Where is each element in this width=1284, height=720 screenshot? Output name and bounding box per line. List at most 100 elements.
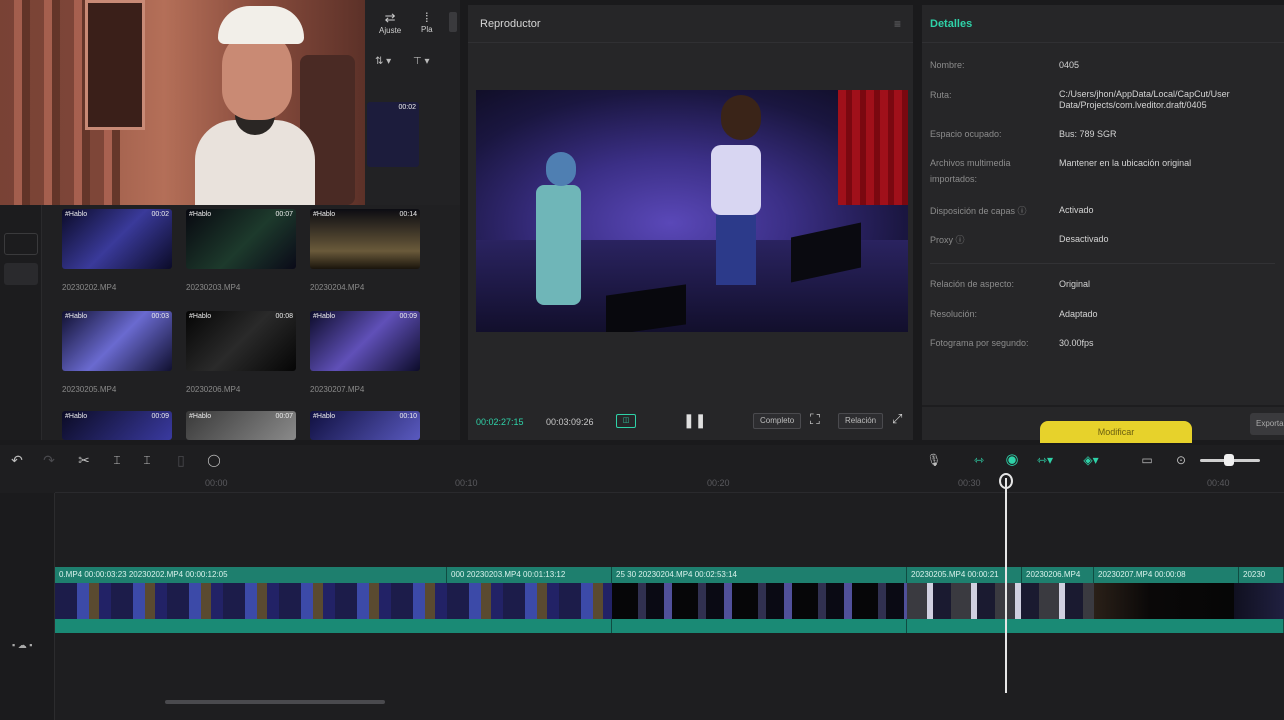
clip-audio-waveform[interactable] <box>55 619 612 633</box>
detail-label: Disposición de capas ⓘ <box>930 206 1027 216</box>
video-preview[interactable] <box>476 90 908 332</box>
link-icon[interactable]: ◉ <box>1003 451 1021 469</box>
webcam-background <box>85 0 145 130</box>
details-header: Detalles <box>922 5 1284 43</box>
media-thumb[interactable]: #Hablo 00:07 <box>186 411 296 440</box>
detail-label: Ruta: <box>930 90 952 100</box>
thumb-name: 20230202.MP4 <box>62 283 117 292</box>
thumb-duration: 00:08 <box>275 313 293 320</box>
thumb-duration: 00:14 <box>399 211 417 218</box>
audio-link-icon[interactable]: ◈▾ <box>1082 451 1100 469</box>
clip-frames[interactable] <box>1094 583 1234 619</box>
media-thumb[interactable]: #Hablo 00:07 <box>186 209 296 269</box>
clip-frames[interactable] <box>55 583 612 619</box>
media-panel: #Hablo 00:02 20230202.MP4 #Hablo 00:07 2… <box>0 205 460 440</box>
thumb-tag: #Hablo <box>189 413 212 420</box>
track-header: ▪ ☁ ▪ <box>0 493 55 720</box>
thumb-name: 20230207.MP4 <box>310 385 365 394</box>
thumb-name: 20230204.MP4 <box>310 283 365 292</box>
thumb-tag: #Hablo <box>313 413 336 420</box>
redo-icon[interactable]: ↷ <box>40 451 58 469</box>
current-timecode: 00:02:27:15 <box>476 417 524 427</box>
media-thumb[interactable]: #Hablo 00:10 <box>310 411 420 440</box>
video-performer <box>716 215 756 285</box>
fullscreen-icon[interactable]: ⤢ <box>892 411 902 427</box>
undo-icon[interactable]: ↶ <box>8 451 26 469</box>
zoom-fit-icon[interactable]: ⊙ <box>1172 451 1190 469</box>
timeline-scrollbar[interactable] <box>165 700 385 704</box>
ruler-tick: 00:30 <box>958 478 981 488</box>
details-footer <box>922 405 1284 407</box>
full-quality-button[interactable]: Completo <box>753 413 802 429</box>
ratio-button[interactable]: Relación <box>838 413 884 429</box>
media-thumb[interactable]: #Hablo 00:03 <box>62 311 172 371</box>
zoom-slider-handle[interactable] <box>1224 454 1234 466</box>
playhead[interactable] <box>1005 478 1007 693</box>
crop-icon[interactable]: ⛶ <box>810 411 820 428</box>
detail-value: Mantener en la ubicación original <box>1059 158 1192 168</box>
more-button[interactable]: ⁞ Pla <box>421 10 433 34</box>
magnet-icon[interactable]: ⇿ <box>970 451 988 469</box>
player-header: Reproductor ≡ <box>468 5 913 43</box>
thumb-tag: #Hablo <box>65 413 88 420</box>
microphone-icon[interactable]: 🎙 <box>925 451 943 469</box>
clip-header[interactable]: 20230 <box>1239 567 1284 583</box>
media-thumb[interactable]: #Hablo 00:09 <box>62 411 172 440</box>
sidebar-item[interactable] <box>4 263 38 285</box>
freeze-icon[interactable]: ◯ <box>205 451 223 469</box>
timeline-ruler[interactable]: 00:00 00:10 00:20 00:30 00:40 <box>55 475 1284 493</box>
caption-icon[interactable]: ▭ <box>1138 451 1156 469</box>
media-thumb[interactable]: #Hablo 00:09 <box>310 311 420 371</box>
delete-icon[interactable]: ▯ <box>172 451 190 469</box>
trim-right-icon[interactable]: ⌶ <box>138 451 156 469</box>
clip-header[interactable]: 20230207.MP4 00:00:08 <box>1094 567 1239 583</box>
modify-button[interactable]: Modificar <box>1040 421 1192 443</box>
adjust-label: Ajuste <box>379 26 402 35</box>
menu-icon[interactable]: ≡ <box>894 17 901 31</box>
export-button[interactable]: Exportar <box>1250 413 1284 435</box>
clip-header[interactable]: 20230206.MP4 <box>1022 567 1094 583</box>
proxy-icon[interactable]: ◫ <box>616 414 636 428</box>
sidebar-item[interactable] <box>4 233 38 255</box>
detail-label: Espacio ocupado: <box>930 129 1002 139</box>
filter-icon[interactable]: ⊤ ▾ <box>413 56 430 67</box>
media-thumb[interactable]: #Hablo 00:08 <box>186 311 296 371</box>
clip-audio-waveform[interactable] <box>907 619 1284 633</box>
media-toolbar: ⇄ Ajuste ⁞ Pla ⇅ ▾ ⊤ ▾ 00:02 <box>365 0 460 205</box>
trim-left-icon[interactable]: ⌶ <box>108 451 126 469</box>
media-thumb[interactable]: #Hablo 00:02 <box>62 209 172 269</box>
panel-scroll-handle[interactable] <box>449 12 457 32</box>
thumb-duration: 00:10 <box>399 413 417 420</box>
player-panel: Reproductor ≡ 00:02:27:15 00:03:09:26 ◫ … <box>468 5 913 440</box>
timeline-panel: ↶ ↷ ✂ ⌶ ⌶ ▯ ◯ 🎙 ⇿ ◉ ⇿▾ ◈▾ ▭ ⊙ 00:00 00:1… <box>0 445 1284 720</box>
adjust-icon: ⇄ <box>384 10 396 25</box>
detail-value: 30.00fps <box>1059 338 1094 348</box>
detail-label: Archivos multimedia importados: <box>930 158 1011 184</box>
video-performer <box>721 95 761 140</box>
clip-header[interactable]: 25 30 20230204.MP4 00:02:53:14 <box>612 567 907 583</box>
clip-header[interactable]: 0.MP4 00:00:03:23 20230202.MP4 00:00:12:… <box>55 567 447 583</box>
pause-icon[interactable]: ❚❚ <box>683 412 706 429</box>
detail-value: Original <box>1059 279 1091 289</box>
preview-axis-icon[interactable]: ⇿▾ <box>1036 451 1054 469</box>
sort-icon[interactable]: ⇅ ▾ <box>375 56 391 67</box>
clip-audio-waveform[interactable] <box>612 619 907 633</box>
media-thumb[interactable]: #Hablo 00:14 <box>310 209 420 269</box>
ruler-tick: 00:40 <box>1207 478 1230 488</box>
detail-label: Proxy ⓘ <box>930 235 965 245</box>
details-panel: Detalles Nombre: 0405 Ruta: C:/Users/jho… <box>922 5 1284 443</box>
details-title: Detalles <box>930 18 973 30</box>
detail-label: Fotograma por segundo: <box>930 338 1029 348</box>
media-thumb[interactable]: 00:02 <box>367 102 419 167</box>
video-curtain <box>838 90 908 205</box>
thumb-tag: #Hablo <box>313 313 336 320</box>
split-icon[interactable]: ✂ <box>75 451 93 469</box>
clip-frames[interactable] <box>612 583 907 619</box>
adjust-button[interactable]: ⇄ Ajuste <box>379 10 401 35</box>
timeline-toolbar: ↶ ↷ ✂ ⌶ ⌶ ▯ ◯ 🎙 ⇿ ◉ ⇿▾ ◈▾ ▭ ⊙ <box>0 445 1284 475</box>
clip-header[interactable]: 000 20230203.MP4 00:01:13:12 <box>447 567 612 583</box>
clip-frames[interactable] <box>907 583 1094 619</box>
thumb-tag: #Hablo <box>65 313 88 320</box>
clip-frames[interactable] <box>1234 583 1284 619</box>
track-lock-icon[interactable]: ▪ ☁ ▪ <box>12 640 32 651</box>
